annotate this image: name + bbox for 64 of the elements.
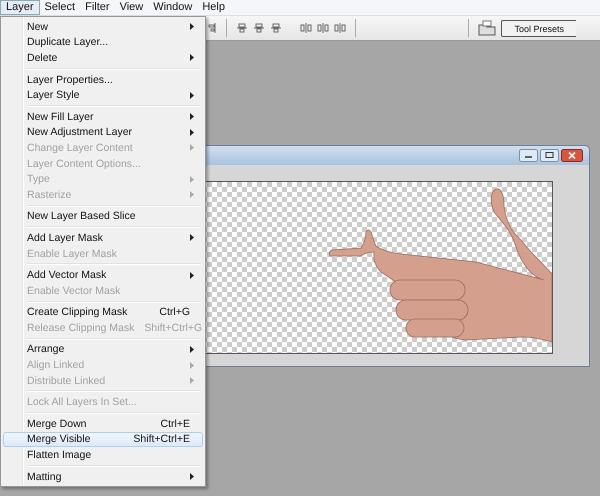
menu-item-label: Enable Vector Mask xyxy=(27,284,122,297)
menu-item-label: New Fill Layer xyxy=(27,110,95,123)
menu-item-label: New Layer Based Slice xyxy=(27,210,137,222)
menu-item[interactable]: Delete xyxy=(3,50,203,66)
menu-item[interactable]: Create Clipping Mask Ctrl+G xyxy=(3,304,203,320)
distribute-icon[interactable] xyxy=(300,22,312,34)
minimize-icon[interactable] xyxy=(519,149,538,162)
menu-item-label: Align Linked xyxy=(27,359,86,372)
menu-item-label: Merge Visible xyxy=(27,433,92,446)
menu-item[interactable]: Add Vector Mask xyxy=(3,267,203,283)
menu-item-label: Layer Content Options... xyxy=(27,158,142,170)
menu-bar-item[interactable]: Select xyxy=(40,1,80,14)
menu-bar-item[interactable]: Help xyxy=(197,1,230,14)
menu-item-label: Layer Properties... xyxy=(27,74,114,86)
menu-item[interactable]: New xyxy=(3,19,203,35)
menu-item-label: Create Clipping Mask xyxy=(27,306,128,318)
menu-item[interactable]: Layer Style xyxy=(3,87,203,103)
menu-bar-item[interactable]: Filter xyxy=(80,1,115,14)
menu-item[interactable]: Duplicate Layer... xyxy=(3,34,203,50)
close-icon[interactable] xyxy=(561,149,583,162)
menu-item-label: Rasterize xyxy=(27,188,72,201)
align-icon[interactable] xyxy=(270,22,282,34)
folder-icon[interactable] xyxy=(478,20,496,36)
menu-item-label: Layer Style xyxy=(27,89,81,102)
menu-item[interactable]: Add Layer Mask xyxy=(3,230,203,246)
menu-item[interactable]: Merge Visible Shift+Ctrl+E xyxy=(3,432,203,448)
menu-item-label: Add Layer Mask xyxy=(27,232,104,244)
menu-item-label: Merge Down xyxy=(27,418,88,430)
align-icon[interactable] xyxy=(236,22,248,34)
menu-bar-item[interactable]: View xyxy=(114,1,148,14)
align-icon[interactable] xyxy=(253,22,265,34)
align-icon[interactable] xyxy=(207,22,217,34)
distribute-icon[interactable] xyxy=(334,22,346,34)
menu-item-label: New Adjustment Layer xyxy=(27,126,134,138)
menu-item-label: Release Clipping Mask xyxy=(27,322,134,334)
menu-item-label: Add Vector Mask xyxy=(27,269,108,282)
menu-item-label: Duplicate Layer... xyxy=(27,36,110,48)
distribute-icon[interactable] xyxy=(317,22,329,34)
menu-item-label: Matting xyxy=(27,470,62,483)
menu-item-label: Type xyxy=(27,173,51,186)
menu-bar-item[interactable]: Window xyxy=(148,1,198,14)
menu-item-label: Flatten Image xyxy=(27,449,92,462)
menu-item-label: Lock All Layers In Set... xyxy=(27,396,138,408)
menu-item[interactable]: Merge Down Ctrl+E xyxy=(3,416,203,432)
shortcut-label: Shift+Ctrl+E xyxy=(133,433,190,446)
menu-item-label: Enable Layer Mask xyxy=(27,248,118,260)
menu-item-label: Distribute Linked xyxy=(27,374,106,387)
menu-item-label: Delete xyxy=(27,52,58,64)
menu-bar-item[interactable]: Layer xyxy=(0,0,40,15)
menu-item[interactable]: New Adjustment Layer xyxy=(3,124,203,140)
menu-item[interactable]: Arrange xyxy=(3,342,203,358)
tool-presets-tab[interactable]: Tool Presets xyxy=(501,20,576,36)
shortcut-label: Ctrl+G xyxy=(159,306,190,318)
maximize-icon[interactable] xyxy=(540,149,559,162)
menu-item[interactable]: New Fill Layer xyxy=(3,108,203,125)
menu-item[interactable]: Layer Properties... xyxy=(3,72,203,88)
menu-item[interactable]: New Layer Based Slice xyxy=(3,208,203,224)
shortcut-label: Shift+Ctrl+G xyxy=(144,322,202,334)
menu-item-label: Change Layer Content xyxy=(27,142,134,154)
menu-item-label: Arrange xyxy=(27,343,66,356)
shortcut-label: Ctrl+E xyxy=(160,418,190,430)
menu-item[interactable]: Matting xyxy=(3,468,203,484)
menu-item[interactable]: Flatten Image xyxy=(3,447,203,463)
menu-item-label: New xyxy=(27,20,50,33)
